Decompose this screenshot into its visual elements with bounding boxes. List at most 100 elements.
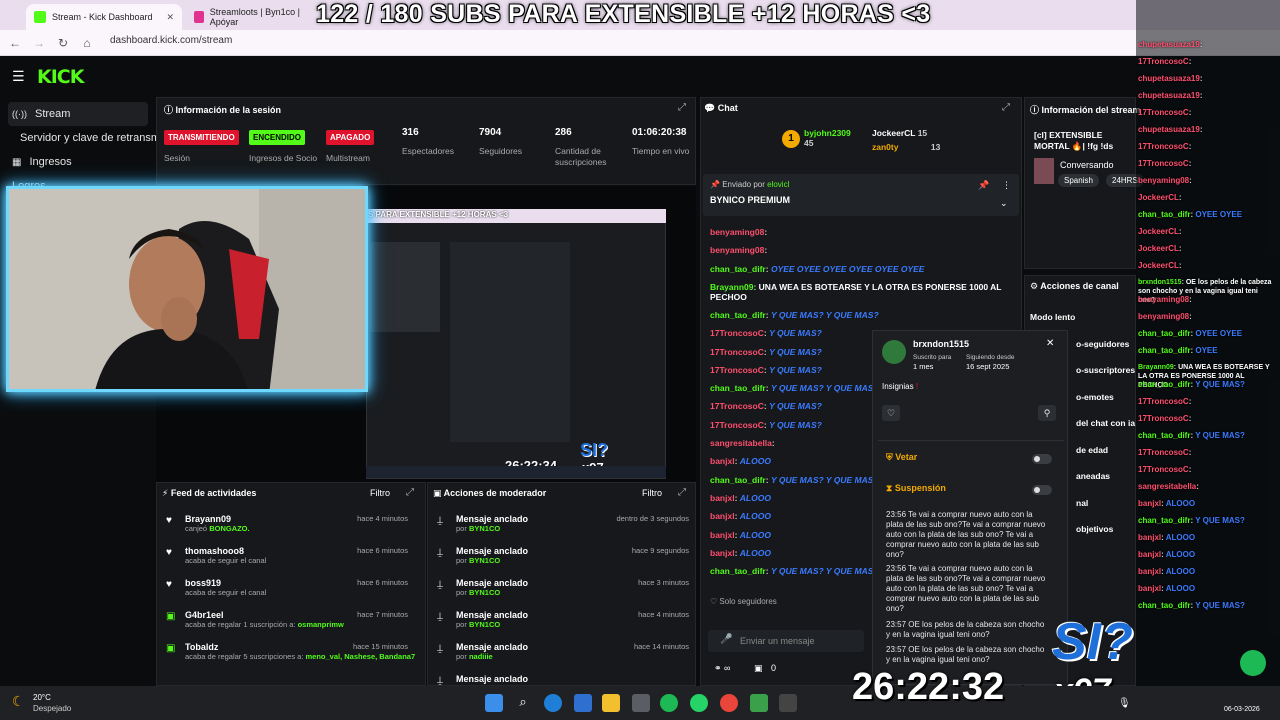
tab-kick-dashboard[interactable]: Stream - Kick Dashboard ✕ bbox=[26, 4, 182, 30]
chat-username[interactable]: 17TroncosoC bbox=[710, 401, 764, 411]
activity-desc: acaba de seguir el canal bbox=[185, 588, 267, 597]
mod-by: por BYN1CO bbox=[456, 588, 501, 597]
mini-emote-label: SI? bbox=[580, 440, 609, 460]
close-icon[interactable]: ✕ bbox=[1046, 338, 1054, 349]
chat-username[interactable]: Brayann09 bbox=[710, 282, 753, 292]
xbox-icon[interactable] bbox=[750, 694, 768, 712]
channel-action-item[interactable]: o-seguidores bbox=[1076, 339, 1129, 349]
expand-icon[interactable]: ⤢ bbox=[1002, 102, 1010, 113]
ban-toggle[interactable] bbox=[1032, 454, 1052, 464]
spotify-icon[interactable] bbox=[660, 694, 678, 712]
store-icon[interactable] bbox=[574, 694, 592, 712]
mic-tray-icon[interactable]: 🎙 bbox=[1118, 698, 1131, 709]
chat-message: benyaming08: bbox=[710, 245, 1010, 255]
forward-icon[interactable]: → bbox=[30, 34, 48, 52]
mod-user: nadiiie bbox=[468, 652, 493, 661]
category-thumbnail bbox=[1034, 158, 1054, 184]
session-stat: TRANSMITIENDO Sesión bbox=[164, 127, 239, 164]
chat-username[interactable]: benyaming08 bbox=[710, 227, 764, 237]
sub-value: 1 mes bbox=[913, 362, 934, 371]
category-name[interactable]: Conversando bbox=[1060, 160, 1114, 170]
chart-icon: ▦ bbox=[12, 156, 22, 168]
expand-icon[interactable]: ⤢ bbox=[406, 487, 414, 498]
obs-icon[interactable] bbox=[779, 694, 797, 712]
stream-chat-user: banjxl bbox=[1138, 550, 1162, 559]
url-field[interactable]: dashboard.kick.com/stream bbox=[110, 35, 232, 46]
tab-streamloots[interactable]: Streamloots | Byn1co | Apóyar bbox=[186, 4, 316, 30]
history-message: 23:57 OE los pelos de la cabeza son choc… bbox=[886, 620, 1045, 639]
stream-chat-user: brxndon1515 bbox=[1138, 279, 1182, 286]
mod-filter-button[interactable]: Filtro bbox=[642, 488, 662, 498]
chat-username[interactable]: chan_tao_difr bbox=[710, 475, 766, 485]
chat-username[interactable]: chan_tao_difr bbox=[710, 310, 766, 320]
mic-icon[interactable]: 🎤 bbox=[720, 634, 732, 645]
stream-chat-line: banjxl: ALOOO bbox=[1138, 499, 1274, 508]
stream-chat-user: chan_tao_difr bbox=[1138, 346, 1191, 355]
heart-icon[interactable]: ♡ bbox=[882, 405, 900, 421]
headset-icon[interactable] bbox=[1240, 650, 1266, 676]
channel-action-item[interactable]: objetivos bbox=[1076, 524, 1113, 534]
stream-chat-line: JockeerCL: bbox=[1138, 193, 1274, 202]
pin-icon[interactable]: 📌 bbox=[978, 180, 989, 191]
chat-username[interactable]: banjxl bbox=[710, 456, 735, 466]
chat-username[interactable]: banjxl bbox=[710, 530, 735, 540]
channel-action-item[interactable]: del chat con ia bbox=[1076, 418, 1135, 428]
stream-chat-user: 17TroncosoC bbox=[1138, 57, 1189, 66]
stream-chat-line: banjxl: ALOOO bbox=[1138, 584, 1274, 593]
suspension-toggle[interactable] bbox=[1032, 485, 1052, 495]
preview-taskbar bbox=[366, 466, 666, 478]
sidebar-item-server-key[interactable]: Servidor y clave de retransmisión bbox=[16, 126, 156, 150]
folder-icon[interactable] bbox=[602, 694, 620, 712]
edge-icon[interactable] bbox=[544, 694, 562, 712]
chevron-down-icon[interactable]: ⌄ bbox=[1000, 198, 1008, 209]
chat-username[interactable]: banjxl bbox=[710, 493, 735, 503]
chat-username[interactable]: 17TroncosoC bbox=[710, 328, 764, 338]
chat-username[interactable]: 17TroncosoC bbox=[710, 420, 764, 430]
sidebar-item-stream[interactable]: ((·)) Stream bbox=[8, 102, 148, 126]
channel-action-item[interactable]: nal bbox=[1076, 498, 1088, 508]
stream-chat-user: 17TroncosoC bbox=[1138, 397, 1189, 406]
stream-chat-colon: : bbox=[1189, 312, 1192, 321]
home-icon[interactable]: ⌂ bbox=[78, 34, 96, 52]
chat-username[interactable]: 17TroncosoC bbox=[710, 365, 764, 375]
channel-action-item[interactable]: o-suscriptores bbox=[1076, 365, 1135, 375]
channel-action-item[interactable]: aneadas bbox=[1076, 471, 1110, 481]
stream-chat-text: ALOOO bbox=[1165, 499, 1196, 508]
activity-filter-button[interactable]: Filtro bbox=[370, 488, 390, 498]
close-tab-icon[interactable]: ✕ bbox=[166, 12, 174, 23]
chat-username[interactable]: chan_tao_difr bbox=[710, 383, 766, 393]
connections-icon[interactable]: ⚭ ∞ bbox=[714, 663, 730, 674]
more-options-icon[interactable]: ⋮ bbox=[1002, 180, 1011, 191]
expand-icon[interactable]: ⤢ bbox=[678, 102, 686, 113]
search-icon[interactable]: ⌕ bbox=[514, 694, 532, 712]
chat-message: chan_tao_difr: Y QUE MAS? Y QUE MAS? bbox=[710, 310, 1010, 320]
channel-action-item[interactable]: de edad bbox=[1076, 445, 1108, 455]
status-badge: TRANSMITIENDO bbox=[164, 130, 239, 145]
menu-icon[interactable]: ☰ bbox=[12, 68, 25, 85]
chat-username[interactable]: benyaming08 bbox=[710, 245, 764, 255]
back-icon[interactable]: ← bbox=[6, 34, 24, 52]
chat-username[interactable]: sangresitabella bbox=[710, 438, 772, 448]
channel-action-item[interactable]: Modo lento bbox=[1030, 312, 1075, 322]
tag-spanish[interactable]: Spanish bbox=[1058, 174, 1099, 187]
gift-icon[interactable]: ⚲ bbox=[1038, 405, 1056, 421]
reload-icon[interactable]: ↻ bbox=[54, 34, 72, 52]
stream-chat-colon: : bbox=[1189, 176, 1192, 185]
expand-icon[interactable]: ⤢ bbox=[678, 487, 686, 498]
sidebar-item-ingresos[interactable]: ▦ Ingresos bbox=[8, 150, 148, 174]
stream-chat-user: benyaming08 bbox=[1138, 295, 1190, 304]
chat-username[interactable]: banjxl bbox=[710, 511, 735, 521]
kick-header bbox=[0, 56, 1280, 96]
app-icon[interactable] bbox=[632, 694, 650, 712]
start-icon[interactable] bbox=[485, 694, 503, 712]
follow-value: 16 sept 2025 bbox=[966, 362, 1010, 371]
stream-chat-line: JockeerCL: bbox=[1138, 244, 1274, 253]
chat-username[interactable]: banjxl bbox=[710, 548, 735, 558]
list-item: ⍊ Mensaje anclado por BYN1CO hace 3 minutos bbox=[437, 578, 691, 608]
whatsapp-icon[interactable] bbox=[690, 694, 708, 712]
chat-username[interactable]: chan_tao_difr bbox=[710, 566, 766, 576]
channel-action-item[interactable]: o-emotes bbox=[1076, 392, 1114, 402]
chat-username[interactable]: 17TroncosoC bbox=[710, 347, 764, 357]
chat-username[interactable]: chan_tao_difr bbox=[710, 264, 766, 274]
chrome-icon[interactable] bbox=[720, 694, 738, 712]
